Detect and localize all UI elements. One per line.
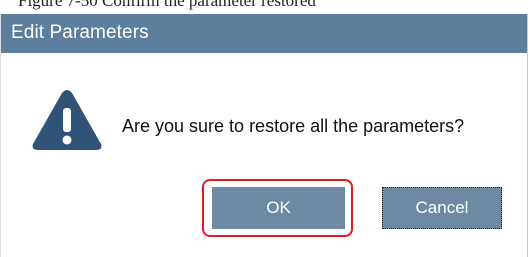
- confirmation-message: Are you sure to restore all the paramete…: [122, 116, 465, 136]
- edit-parameters-dialog: Edit Parameters Are you sure to restore …: [0, 14, 528, 257]
- cancel-button[interactable]: Cancel: [382, 187, 502, 229]
- dialog-title: Edit Parameters: [11, 22, 149, 43]
- ok-button-highlight-box: [202, 179, 353, 237]
- warning-triangle-icon: [32, 90, 102, 150]
- dialog-titlebar: Edit Parameters: [1, 14, 527, 53]
- figure-caption-text: Figure 7-50 Confirm the parameter restor…: [18, 0, 316, 10]
- figure-caption: Figure 7-50 Confirm the parameter restor…: [0, 0, 530, 14]
